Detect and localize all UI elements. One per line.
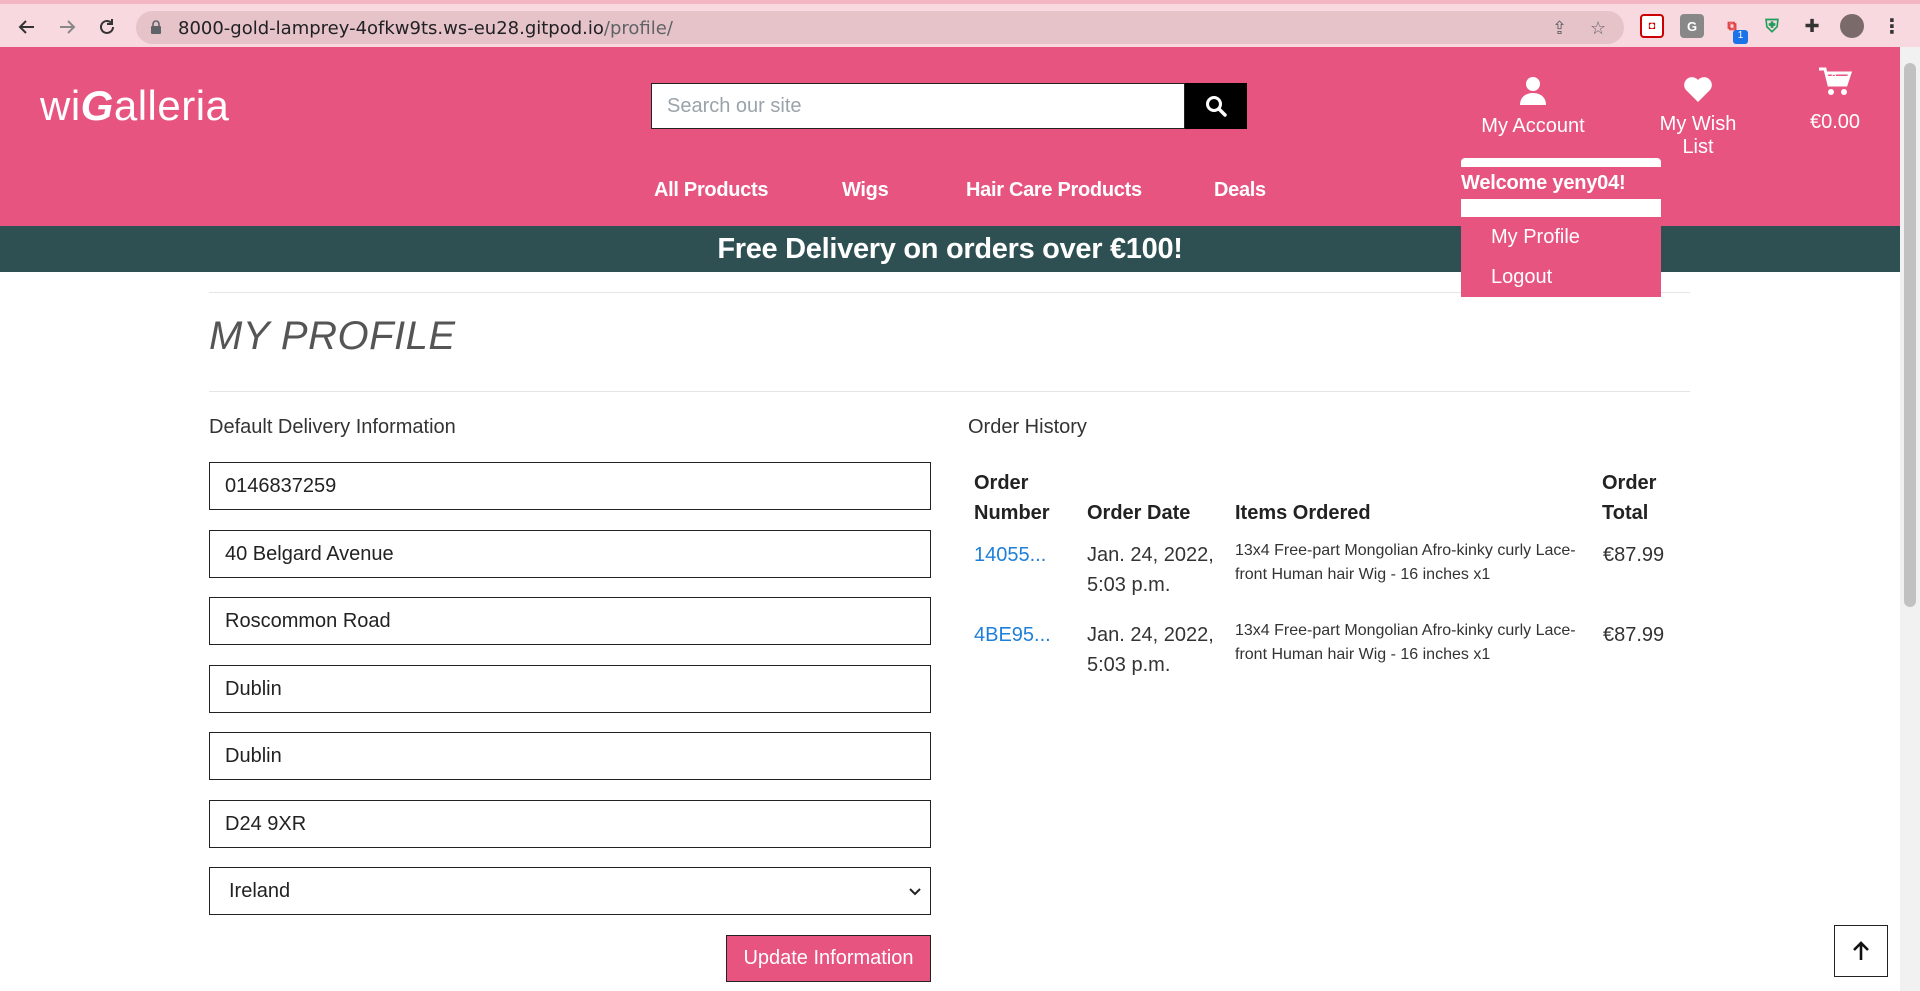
divider — [209, 391, 1690, 392]
column-header-order-total: Order Total — [1602, 472, 1657, 524]
order-date: Jan. 24, 2022, 5:03 p.m. — [1087, 624, 1214, 676]
search-input[interactable] — [651, 83, 1185, 129]
nav-deals[interactable]: Deals — [1214, 179, 1266, 202]
country-value: Ireland — [229, 880, 291, 902]
column-header-order-date: Order Date — [1087, 502, 1191, 524]
page-title: MY PROFILE — [209, 314, 456, 358]
postcode-field[interactable]: D24 9XR — [209, 800, 931, 848]
address-bar[interactable]: 8000-gold-lamprey-4ofkw9ts.ws-eu28.gitpo… — [136, 11, 1624, 44]
dropdown-divider — [1461, 158, 1661, 167]
street-address-1-field[interactable]: 40 Belgard Avenue — [209, 530, 931, 578]
page-scrollbar[interactable] — [1900, 47, 1920, 991]
user-icon — [1520, 77, 1546, 105]
order-total: €87.99 — [1603, 544, 1665, 566]
search-form — [651, 83, 1247, 129]
county-field[interactable]: Dublin — [209, 732, 931, 780]
country-select[interactable]: Ireland — [209, 867, 931, 915]
column-header-items-ordered: Items Ordered — [1235, 502, 1371, 524]
lock-icon — [150, 20, 162, 34]
order-number-link[interactable]: 14055... — [974, 540, 1046, 570]
my-wishlist-link[interactable]: My Wish List — [1642, 75, 1754, 159]
my-account-link[interactable]: My Account — [1480, 75, 1586, 138]
cart-total: €0.00 — [1809, 111, 1861, 133]
chevron-down-icon — [908, 868, 922, 914]
column-header-order-number: Order Number — [974, 472, 1050, 524]
extension-badge: 1 — [1733, 30, 1748, 44]
scrollbar-thumb[interactable] — [1904, 63, 1916, 607]
order-date: Jan. 24, 2022, 5:03 p.m. — [1087, 544, 1214, 596]
reload-icon[interactable] — [92, 12, 122, 42]
my-wishlist-label: My Wish List — [1659, 113, 1737, 158]
search-button[interactable] — [1185, 83, 1247, 129]
browser-toolbar: 8000-gold-lamprey-4ofkw9ts.ws-eu28.gitpo… — [0, 0, 1920, 47]
heart-icon — [1684, 77, 1712, 102]
back-to-top-button[interactable] — [1834, 925, 1888, 977]
security-extension-icon[interactable]: ⛨ — [1760, 14, 1784, 38]
dropdown-divider — [1461, 199, 1661, 217]
my-profile-link[interactable]: My Profile — [1491, 226, 1580, 249]
arrow-up-icon — [1853, 941, 1869, 960]
cart-count: 0 — [1831, 73, 1837, 84]
browser-menu-icon[interactable]: ⋮ — [1880, 14, 1904, 38]
order-total: €87.99 — [1603, 624, 1665, 646]
url-text: 8000-gold-lamprey-4ofkw9ts.ws-eu28.gitpo… — [178, 18, 673, 39]
forward-icon[interactable] — [52, 12, 82, 42]
order-history-heading: Order History — [968, 416, 1087, 438]
order-number-link[interactable]: 4BE95... — [974, 620, 1051, 650]
nav-hair-care-products[interactable]: Hair Care Products — [966, 179, 1142, 202]
share-icon[interactable]: ⇪ — [1552, 18, 1567, 39]
back-icon[interactable] — [12, 12, 42, 42]
delivery-heading: Default Delivery Information — [209, 416, 456, 438]
street-address-2-field[interactable]: Roscommon Road — [209, 597, 931, 645]
phone-field[interactable]: 0146837259 — [209, 462, 931, 510]
search-icon — [1206, 96, 1227, 117]
account-dropdown: Welcome yeny04! My Profile Logout — [1461, 158, 1661, 297]
profile-avatar-icon[interactable] — [1840, 14, 1864, 38]
logout-link[interactable]: Logout — [1491, 266, 1552, 289]
my-account-label: My Account — [1481, 115, 1585, 137]
nav-all-products[interactable]: All Products — [654, 179, 769, 202]
bookmark-star-icon[interactable]: ☆ — [1590, 18, 1606, 39]
puzzle-extensions-icon[interactable]: ✚ — [1800, 14, 1824, 38]
site-logo[interactable]: wiGalleria — [40, 82, 229, 130]
shield-extension-icon[interactable]: ◘ — [1640, 14, 1664, 38]
items-ordered: 13x4 Free-part Mongolian Afro-kinky curl… — [1235, 622, 1576, 663]
items-ordered: 13x4 Free-part Mongolian Afro-kinky curl… — [1235, 542, 1576, 583]
town-city-field[interactable]: Dublin — [209, 665, 931, 713]
grammar-extension-icon[interactable]: G — [1680, 14, 1704, 38]
update-information-button[interactable]: Update Information — [726, 935, 931, 982]
nav-wigs[interactable]: Wigs — [842, 179, 889, 202]
welcome-message: Welcome yeny04! — [1461, 172, 1626, 194]
